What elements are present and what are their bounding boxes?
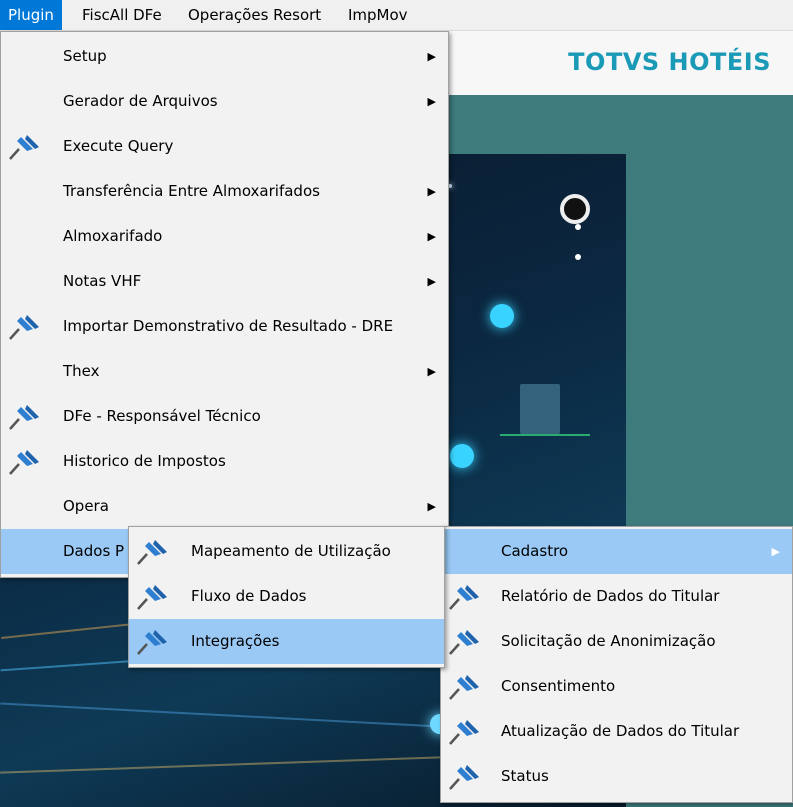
menu-fiscall-dfe[interactable]: FiscAll DFe (74, 0, 170, 30)
menu-item-label: Integrações (191, 632, 280, 650)
menu-item-label: Notas VHF (63, 272, 142, 290)
menu-item-label: Status (501, 767, 549, 785)
cadastro-submenu: Cadastro ▶ Relatório de Dados do Titular… (440, 526, 793, 803)
menu-item-label: Cadastro (501, 542, 569, 560)
menu-item-mapeamento-de-utilizacao[interactable]: Mapeamento de Utilização (129, 529, 444, 574)
plugin-menu: Setup ▶ Gerador de Arquivos ▶ Execute Qu… (0, 31, 449, 578)
menu-item-historico-de-impostos[interactable]: Historico de Impostos (1, 439, 448, 484)
menu-item-dfe-responsavel-tecnico[interactable]: DFe - Responsável Técnico (1, 394, 448, 439)
menu-item-fluxo-de-dados[interactable]: Fluxo de Dados (129, 574, 444, 619)
menu-item-label: Historico de Impostos (63, 452, 226, 470)
menu-item-label: Solicitação de Anonimização (501, 632, 716, 650)
menu-item-setup[interactable]: Setup ▶ (1, 34, 448, 79)
menu-item-transferencia-entre-almoxarifados[interactable]: Transferência Entre Almoxarifados ▶ (1, 169, 448, 214)
menu-item-execute-query[interactable]: Execute Query (1, 124, 448, 169)
menu-item-integracoes[interactable]: Integrações (129, 619, 444, 664)
submenu-arrow-icon: ▶ (771, 545, 780, 558)
menu-item-label: Opera (63, 497, 109, 515)
submenu-arrow-icon: ▶ (427, 365, 436, 378)
pin-icon (9, 315, 39, 340)
menu-item-label: Gerador de Arquivos (63, 92, 218, 110)
pin-icon (449, 720, 479, 745)
menu-item-opera[interactable]: Opera ▶ (1, 484, 448, 529)
submenu-arrow-icon: ▶ (427, 500, 436, 513)
menu-item-label: Relatório de Dados do Titular (501, 587, 720, 605)
menu-item-solicitacao-anonimizacao[interactable]: Solicitação de Anonimização (441, 619, 792, 664)
pin-icon (449, 585, 479, 610)
menu-item-consentimento[interactable]: Consentimento (441, 664, 792, 709)
pin-icon (137, 540, 167, 565)
menu-item-notas-vhf[interactable]: Notas VHF ▶ (1, 259, 448, 304)
menu-item-label: Almoxarifado (63, 227, 163, 245)
menu-item-gerador-de-arquivos[interactable]: Gerador de Arquivos ▶ (1, 79, 448, 124)
menu-item-cadastro[interactable]: Cadastro ▶ (441, 529, 792, 574)
submenu-arrow-icon: ▶ (427, 185, 436, 198)
menu-bar: Plugin FiscAll DFe Operações Resort ImpM… (0, 0, 793, 31)
menu-plugin[interactable]: Plugin (0, 0, 62, 30)
pin-icon (9, 405, 39, 430)
pin-icon (9, 135, 39, 160)
pin-icon (449, 675, 479, 700)
menu-item-label: Mapeamento de Utilização (191, 542, 391, 560)
menu-item-atualizacao-dados-titular[interactable]: Atualização de Dados do Titular (441, 709, 792, 754)
menu-item-label: Importar Demonstrativo de Resultado - DR… (63, 317, 394, 335)
pin-icon (9, 450, 39, 475)
menu-item-importar-dre[interactable]: Importar Demonstrativo de Resultado - DR… (1, 304, 448, 349)
menu-operacoes-resort[interactable]: Operações Resort (180, 0, 329, 30)
menu-item-label: Fluxo de Dados (191, 587, 307, 605)
menu-item-label: Execute Query (63, 137, 174, 155)
submenu-arrow-icon: ▶ (427, 50, 436, 63)
menu-item-status[interactable]: Status (441, 754, 792, 799)
submenu-arrow-icon: ▶ (427, 230, 436, 243)
dados-submenu: Mapeamento de Utilização Fluxo de Dados … (128, 526, 445, 668)
menu-item-label: Transferência Entre Almoxarifados (63, 182, 320, 200)
pin-icon (137, 630, 167, 655)
submenu-arrow-icon: ▶ (427, 95, 436, 108)
menu-item-label: Consentimento (501, 677, 616, 695)
pin-icon (449, 630, 479, 655)
menu-item-label: DFe - Responsável Técnico (63, 407, 261, 425)
submenu-arrow-icon: ▶ (427, 275, 436, 288)
menu-item-relatorio-dados-titular[interactable]: Relatório de Dados do Titular (441, 574, 792, 619)
menu-item-label: Dados P (63, 542, 125, 560)
menu-item-label: Thex (63, 362, 100, 380)
menu-item-thex[interactable]: Thex ▶ (1, 349, 448, 394)
menu-impmov[interactable]: ImpMov (340, 0, 416, 30)
menu-item-almoxarifado[interactable]: Almoxarifado ▶ (1, 214, 448, 259)
pin-icon (137, 585, 167, 610)
pin-icon (449, 765, 479, 790)
menu-item-label: Setup (63, 47, 107, 65)
menu-item-label: Atualização de Dados do Titular (501, 722, 740, 740)
brand-logo: TOTVS HOTÉIS (568, 48, 771, 76)
